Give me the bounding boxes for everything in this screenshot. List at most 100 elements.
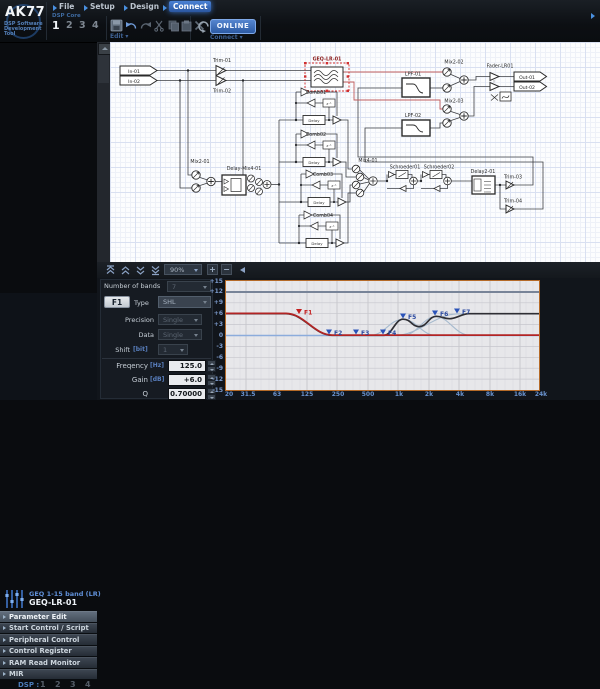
paste-icon[interactable] (180, 19, 193, 32)
block-delay-mix4-01[interactable]: Delay-Mix4-01 (222, 166, 271, 195)
z-label: z⁻¹ (326, 102, 332, 106)
block-mix2-01[interactable]: Mix2-01 (190, 159, 215, 192)
zoom-out-button[interactable]: − (221, 264, 232, 275)
block-fader-lr01[interactable]: Fader-LR01 (487, 64, 514, 102)
arrow-right-icon (3, 649, 6, 653)
block-label: Delay2-01 (471, 169, 496, 175)
core-select-4[interactable]: 4 (92, 20, 99, 31)
block-label: Comb01 (306, 90, 326, 96)
x-tick: 250 (327, 391, 349, 398)
canvas-vertical-scrollbar[interactable] (97, 42, 111, 262)
module-type-label: GEQ 1-15 band (LR) (29, 590, 101, 598)
arrow-down-icon (210, 397, 214, 399)
cut-icon[interactable] (153, 19, 166, 32)
block-schroeder02[interactable]: Schroeder02 (423, 165, 455, 192)
block-comb01[interactable]: Delay z⁻¹ Comb01 (301, 88, 341, 125)
block-comb02[interactable]: Delay z⁻¹ Comb02 (301, 130, 341, 167)
menu-setup[interactable]: Setup (90, 2, 115, 11)
arrow-right-icon (3, 661, 6, 665)
zoom-in-button[interactable]: + (207, 264, 218, 275)
x-tick: 24k (530, 391, 552, 398)
sidebar-item-parameter-edit[interactable]: Parameter Edit (0, 611, 97, 623)
y-tick: +9 (193, 299, 223, 306)
block-lpf-02[interactable]: LPF-02 (402, 113, 430, 136)
block-trim-02[interactable]: Trim-02 (212, 76, 231, 95)
block-out-01[interactable]: Out-01 (514, 72, 547, 81)
dsp-select-4[interactable]: 4 (85, 680, 91, 689)
expand-down-icon[interactable] (134, 264, 147, 276)
connection-status-icon (197, 20, 210, 33)
redo-icon[interactable] (139, 19, 152, 32)
dsp-select-2[interactable]: 2 (55, 680, 61, 689)
core-select-1[interactable]: 1 (52, 19, 60, 32)
sidebar-item-control-register[interactable]: Control Register (0, 646, 97, 658)
block-comb03[interactable]: Delay z⁻¹ Comb03 (306, 170, 346, 207)
block-delay2-01[interactable]: Delay2-01 (471, 169, 496, 194)
dsp-select-3[interactable]: 3 (70, 680, 76, 689)
block-label: Comb02 (306, 132, 326, 138)
marker-label: F5 (408, 314, 416, 321)
menu-connect[interactable]: Connect (169, 1, 211, 12)
sidebar-item-ram-read-monitor[interactable]: RAM Read Monitor (0, 657, 97, 669)
block-out-02[interactable]: Out-02 (514, 82, 547, 91)
dsp-select-1[interactable]: 1 (40, 680, 46, 689)
scrollbar-thumb[interactable] (98, 55, 109, 83)
expand-all-down-icon[interactable] (149, 264, 162, 276)
zoom-level-select[interactable]: 90% (164, 264, 202, 275)
gain-unit: [dB] (150, 376, 164, 383)
menu-design[interactable]: Design (130, 2, 159, 11)
y-tick: +6 (193, 310, 223, 317)
menu-file[interactable]: File (59, 2, 74, 11)
marker-label: F1 (304, 310, 312, 317)
sidebar-item-start-control-script[interactable]: Start Control / Script (0, 623, 97, 635)
connect-dropdown[interactable]: Connect ▾ (210, 34, 243, 41)
data-value: Single (163, 331, 183, 339)
block-trim-04[interactable]: Trim-04 (503, 199, 522, 214)
eq-response-graph[interactable]: F1 F2 F3 F4 F5 F6 F7 (225, 280, 540, 391)
block-comb04[interactable]: Delay z⁻¹ Comb04 (304, 211, 344, 248)
block-schroeder01[interactable]: Schroeder01 (389, 165, 421, 192)
sidebar-item-mir[interactable]: MIR (0, 669, 97, 681)
number-of-bands-value: 7 (172, 283, 176, 291)
collapse-panel-icon[interactable] (240, 267, 245, 273)
block-lpf-01[interactable]: LPF-01 (402, 72, 430, 98)
marker-f7[interactable]: F7 (454, 309, 470, 317)
collapse-all-up-icon[interactable] (104, 264, 117, 276)
block-mix4-01[interactable]: Mix4-01 (352, 158, 377, 197)
y-tick: 0 (193, 332, 223, 339)
corner-expand-icon[interactable] (591, 13, 595, 19)
block-label: Mix2-02 (444, 60, 463, 66)
undo-icon[interactable] (125, 19, 138, 32)
edit-dropdown[interactable]: Edit ▾ (110, 33, 128, 40)
arrow-up-icon (102, 47, 108, 50)
online-button[interactable]: ONLINE (210, 19, 256, 34)
core-select-3[interactable]: 3 (79, 20, 86, 31)
x-tick: 63 (266, 391, 288, 398)
band-select-button[interactable]: F1 (104, 296, 130, 308)
copy-icon[interactable] (167, 19, 180, 32)
save-icon[interactable] (110, 19, 123, 32)
block-geq-lr-01-selected[interactable]: GEQ-LR-01 (304, 57, 349, 93)
separator (260, 16, 261, 40)
z-label: z⁻¹ (329, 225, 335, 229)
block-label: Delay-Mix4-01 (227, 166, 262, 172)
block-in-01[interactable]: In-01 (120, 66, 157, 75)
marker-label: F4 (388, 330, 396, 337)
core-select-2[interactable]: 2 (66, 20, 73, 31)
x-tick: 31.5 (237, 391, 259, 398)
y-tick: +3 (193, 321, 223, 328)
collapse-up-icon[interactable] (119, 264, 132, 276)
block-trim-01[interactable]: Trim-01 (212, 58, 231, 76)
design-menu-arrow-icon (124, 5, 128, 11)
sidebar-item-peripheral-control[interactable]: Peripheral Control (0, 634, 97, 646)
block-in-02[interactable]: In-02 (120, 76, 157, 85)
block-trim-03[interactable]: Trim-03 (503, 175, 522, 190)
block-mix2-02[interactable]: Mix2-02 (443, 60, 468, 93)
z-label: z⁻¹ (331, 184, 337, 188)
block-label: Trim-02 (212, 89, 231, 95)
q-step-down[interactable] (207, 394, 216, 400)
shift-select[interactable]: 1 (158, 344, 188, 355)
schematic-canvas[interactable]: In-01 In-02 Trim-01 Trim-02 GEQ-LR (110, 42, 600, 262)
gain-label: Gain (100, 376, 148, 384)
marker-f1[interactable]: F1 (296, 309, 312, 317)
